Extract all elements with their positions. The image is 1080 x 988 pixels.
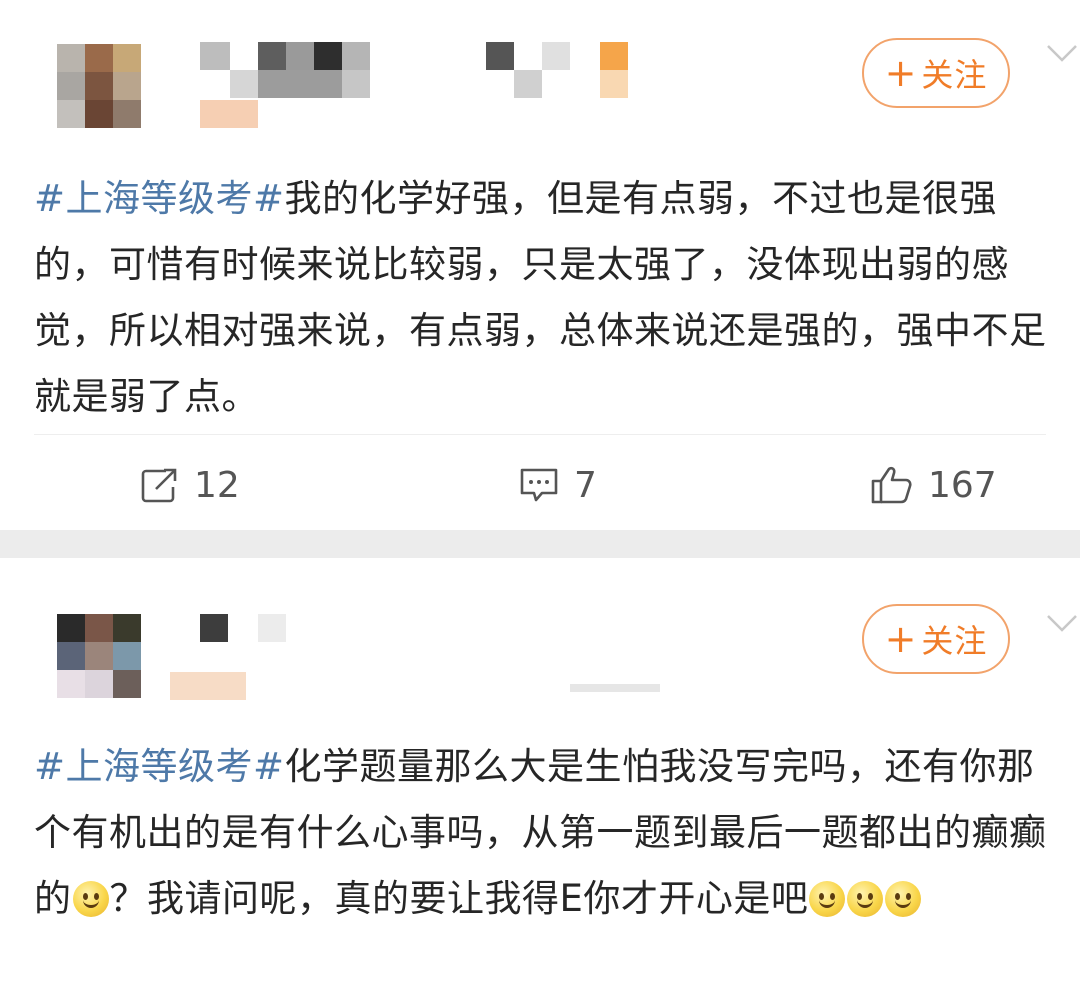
- post-text: ？我请问呢，真的要让我得E你才开心是吧: [109, 877, 809, 920]
- comment-button[interactable]: 7: [518, 458, 597, 512]
- thumbs-up-icon: [871, 466, 912, 504]
- repost-icon: [141, 468, 177, 503]
- feed-separator: [0, 530, 1080, 558]
- post-card: + 关注 #上海等级考#化学题量那么大是生怕我没写完吗，还有你那个有机出的是有什…: [0, 558, 1080, 988]
- follow-button[interactable]: + 关注: [862, 604, 1010, 674]
- smile-emoji-icon: [809, 881, 846, 917]
- avatar[interactable]: [57, 614, 141, 698]
- like-button[interactable]: 167: [870, 458, 997, 512]
- like-count: 167: [928, 464, 997, 506]
- post-body: #上海等级考#我的化学好强，但是有点弱，不过也是很强的，可惜有时候来说比较弱，只…: [34, 166, 1070, 430]
- comment-icon: [520, 468, 558, 502]
- plus-icon: +: [884, 617, 918, 661]
- follow-button[interactable]: + 关注: [862, 38, 1010, 108]
- repost-count: 12: [194, 464, 240, 506]
- post-card: + 关注 #上海等级考#我的化学好强，但是有点弱，不过也是很强的，可惜有时候来说…: [0, 0, 1080, 530]
- smile-emoji-icon: [885, 881, 922, 917]
- comment-count: 7: [574, 464, 597, 506]
- topic-link[interactable]: #上海等级考#: [34, 177, 285, 220]
- avatar[interactable]: [57, 44, 141, 128]
- chevron-down-icon[interactable]: [1044, 42, 1080, 66]
- follow-label: 关注: [921, 56, 988, 94]
- username[interactable]: [170, 614, 670, 704]
- username[interactable]: [200, 42, 640, 132]
- plus-icon: +: [884, 51, 918, 95]
- chevron-down-icon[interactable]: [1044, 612, 1080, 636]
- topic-link[interactable]: #上海等级考#: [34, 745, 285, 788]
- smile-emoji-icon: [847, 881, 884, 917]
- divider: [34, 434, 1046, 435]
- post-body: #上海等级考#化学题量那么大是生怕我没写完吗，还有你那个有机出的是有什么心事吗，…: [34, 734, 1070, 932]
- smile-emoji-icon: [72, 881, 109, 917]
- follow-label: 关注: [921, 622, 988, 660]
- repost-button[interactable]: 12: [140, 458, 240, 512]
